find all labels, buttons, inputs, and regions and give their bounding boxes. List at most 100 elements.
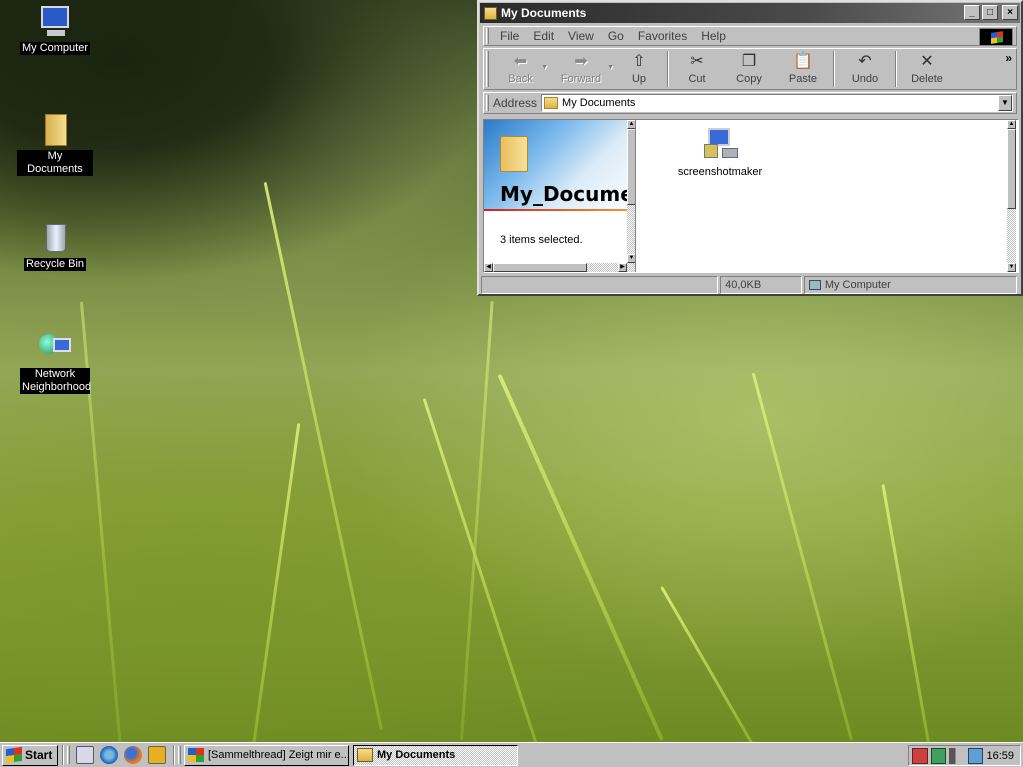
address-label: Address [493,96,538,110]
network-icon [37,330,73,366]
toolbar-grip[interactable] [486,51,489,87]
internet-explorer-icon[interactable] [100,746,118,764]
up-button[interactable]: ⇧ Up [614,49,664,89]
forward-arrow-icon: ➡ [574,53,588,70]
status-bar: 40,0KB My Computer [481,276,1019,294]
undo-label: Undo [851,73,879,85]
standard-toolbar: ⬅ Back ▼ ➡ Forward ▼ ⇧ Up ✂ Cut ❐ Copy 📋… [483,48,1017,90]
scroll-thumb[interactable] [493,263,587,272]
title-bar[interactable]: My Documents _ □ × [480,3,1020,23]
vertical-scrollbar[interactable]: ▲ ▼ [1007,120,1016,272]
scroll-down-button[interactable]: ▼ [1007,263,1016,272]
scroll-thumb[interactable] [1007,129,1016,209]
pane-horizontal-scrollbar[interactable]: ◀ ▶ [484,263,635,272]
task-label: My Documents [377,749,456,761]
undo-button[interactable]: ↶ Undo [838,49,892,89]
system-tray: 16:59 [908,745,1021,766]
taskbar-button-browser[interactable]: [Sammelthread] Zeigt mir e... [184,744,349,766]
folder-icon [544,97,559,109]
folder-icon [357,748,373,762]
scroll-left-button[interactable]: ◀ [484,263,493,272]
taskbar-separator [62,745,64,765]
maximize-button[interactable]: □ [982,5,998,20]
scroll-up-button[interactable]: ▲ [627,120,635,129]
up-label: Up [631,73,647,85]
folder-icon [500,136,528,172]
status-zone: My Computer [803,276,1017,294]
desktop-icon-label: Recycle Bin [23,258,87,271]
folder-view[interactable]: My_Documents 3 items selected. ▲ ▼ ◀ ▶ s… [483,119,1019,273]
forward-label: Forward [560,73,602,85]
status-size: 40,0KB [720,276,802,294]
quicklaunch-grip[interactable] [67,746,70,764]
chevron-down-icon[interactable]: ▼ [607,64,614,71]
forward-button[interactable]: ➡ Forward ▼ [548,49,614,89]
undo-icon: ↶ [858,53,872,70]
taskbar-button-my-documents[interactable]: My Documents [353,744,518,766]
volume-icon[interactable] [949,747,965,764]
installer-icon [700,124,740,164]
menu-grip[interactable] [486,28,489,44]
computer-icon [37,4,73,40]
desktop-icon-my-documents[interactable]: My Documents [17,112,93,176]
toolbar-separator [667,51,669,87]
taskbar-separator [173,745,175,765]
computer-icon [808,280,821,290]
scroll-down-button[interactable]: ▼ [627,254,635,263]
copy-button[interactable]: ❐ Copy [722,49,776,89]
clock[interactable]: 16:59 [986,750,1014,762]
menu-view[interactable]: View [561,29,601,43]
chevron-down-icon[interactable]: ▼ [541,64,548,71]
copy-icon: ❐ [741,53,757,70]
tasks-grip[interactable] [178,746,181,764]
start-label: Start [25,748,53,762]
address-dropdown-button[interactable]: ▼ [998,95,1012,111]
file-item[interactable]: screenshotmaker [670,124,770,178]
keyboard-layout-icon[interactable] [912,747,928,764]
firefox-icon[interactable] [124,746,142,764]
start-button[interactable]: Start [2,744,58,766]
close-button[interactable]: × [1002,5,1018,20]
delete-button[interactable]: ✕ Delete [900,49,954,89]
selection-info: 3 items selected. [500,234,583,246]
status-message [481,276,719,294]
show-desktop-icon[interactable] [76,746,94,764]
desktop-icon-network-neighborhood[interactable]: Network Neighborhood [17,330,93,394]
menu-go[interactable]: Go [601,29,631,43]
address-grip[interactable] [486,95,489,111]
pane-vertical-scrollbar[interactable]: ▲ ▼ [627,120,635,263]
network-icon[interactable] [967,747,984,764]
address-bar: Address My Documents ▼ [483,92,1017,114]
folder-up-icon: ⇧ [632,53,646,70]
explorer-window[interactable]: My Documents _ □ × File Edit View Go Fav… [477,0,1023,296]
minimize-button[interactable]: _ [964,5,980,20]
paste-button[interactable]: 📋 Paste [776,49,830,89]
taskbar: Start [Sammelthread] Zeigt mir e... My D… [0,742,1023,767]
menu-file[interactable]: File [493,29,526,43]
windows-logo-icon [6,746,22,764]
toolbar-separator [833,51,835,87]
cut-label: Cut [688,73,706,85]
app-launcher-icon[interactable] [148,746,166,764]
menu-help[interactable]: Help [694,29,733,43]
toolbar-overflow-chevron-icon[interactable]: » [1005,51,1012,65]
clipboard-icon: 📋 [793,53,813,70]
display-settings-icon[interactable] [930,747,947,764]
menu-favorites[interactable]: Favorites [631,29,694,43]
address-input[interactable]: My Documents ▼ [541,94,1013,112]
scissors-icon: ✂ [690,53,704,70]
desktop-icon-my-computer[interactable]: My Computer [17,4,93,55]
scroll-thumb[interactable] [627,129,635,205]
file-name: screenshotmaker [677,166,763,178]
scroll-right-button[interactable]: ▶ [618,263,627,272]
scroll-up-button[interactable]: ▲ [1007,120,1016,129]
desktop-icon-recycle-bin[interactable]: Recycle Bin [17,220,93,271]
back-button[interactable]: ⬅ Back ▼ [493,49,548,89]
cut-button[interactable]: ✂ Cut [672,49,722,89]
windows-logo [979,28,1013,46]
copy-label: Copy [736,73,762,85]
folder-icon [484,6,497,20]
paste-label: Paste [788,73,818,85]
menu-edit[interactable]: Edit [526,29,561,43]
back-label: Back [508,73,533,85]
